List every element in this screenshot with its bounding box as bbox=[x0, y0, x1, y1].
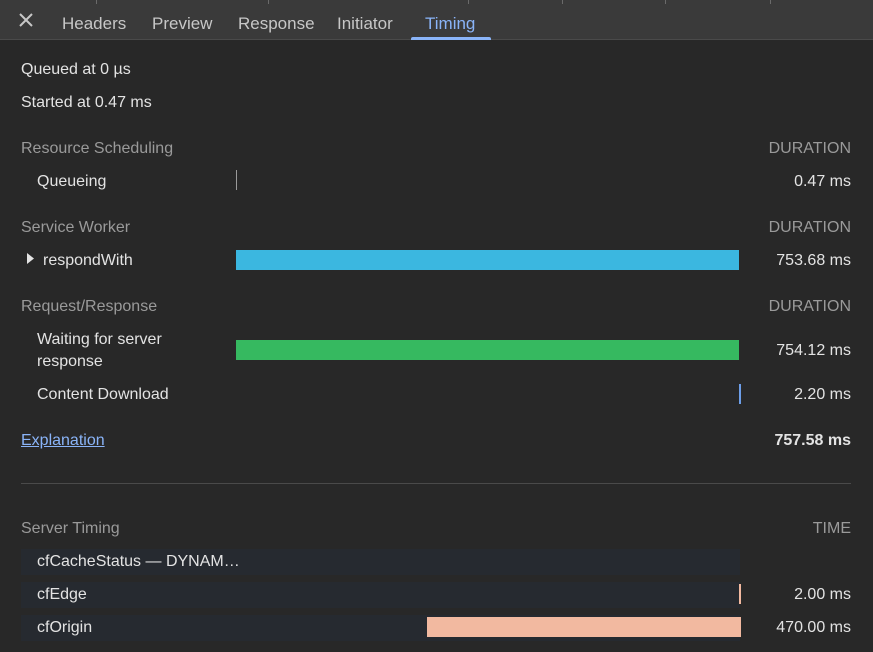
active-tab-indicator bbox=[411, 37, 491, 40]
column-divider bbox=[665, 0, 666, 4]
service-worker-heading: Service Worker bbox=[21, 219, 131, 236]
request-response-heading: Request/Response bbox=[21, 298, 158, 315]
tab-bar: Headers Preview Response Initiator Timin… bbox=[0, 0, 873, 40]
respond-with-duration: 753.68 ms bbox=[776, 252, 851, 269]
started-at-text: Started at 0.47 ms bbox=[21, 94, 152, 111]
respond-with-label[interactable]: respondWith bbox=[43, 251, 133, 271]
tab-headers[interactable]: Headers bbox=[62, 14, 126, 34]
queueing-duration: 0.47 ms bbox=[794, 173, 851, 190]
tab-timing[interactable]: Timing bbox=[425, 14, 475, 34]
resource-scheduling-heading: Resource Scheduling bbox=[21, 140, 174, 157]
tab-response[interactable]: Response bbox=[238, 14, 315, 34]
cf-origin-label: cfOrigin bbox=[37, 619, 93, 636]
waiting-duration: 754.12 ms bbox=[776, 342, 851, 359]
column-divider bbox=[468, 0, 469, 4]
cf-edge-label: cfEdge bbox=[37, 586, 87, 603]
content-download-duration: 2.20 ms bbox=[794, 386, 851, 403]
total-duration: 757.58 ms bbox=[774, 432, 851, 449]
time-column-header: TIME bbox=[812, 520, 851, 537]
content-download-label: Content Download bbox=[37, 386, 169, 403]
tab-preview[interactable]: Preview bbox=[152, 14, 212, 34]
column-divider bbox=[96, 0, 97, 4]
cf-edge-bar bbox=[739, 584, 741, 604]
column-divider bbox=[268, 0, 269, 4]
queueing-label: Queueing bbox=[37, 173, 107, 190]
waiting-label-line1: Waiting for server bbox=[37, 331, 162, 348]
content-download-bar bbox=[739, 384, 741, 404]
server-timing-heading: Server Timing bbox=[21, 520, 120, 537]
server-timing-row-track bbox=[21, 582, 740, 608]
duration-column-header: DURATION bbox=[768, 298, 851, 315]
queueing-bar bbox=[236, 170, 237, 190]
cf-edge-time: 2.00 ms bbox=[794, 586, 851, 603]
cf-origin-time: 470.00 ms bbox=[776, 619, 851, 636]
close-icon[interactable] bbox=[17, 11, 35, 29]
expand-triangle-icon[interactable] bbox=[26, 253, 35, 264]
column-divider bbox=[562, 0, 563, 4]
queued-at-text: Queued at 0 µs bbox=[21, 61, 131, 78]
waiting-label-line2: response bbox=[37, 353, 103, 370]
waiting-bar bbox=[236, 340, 739, 360]
tab-initiator[interactable]: Initiator bbox=[337, 14, 393, 34]
cf-cache-status-label: cfCacheStatus — DYNAM… bbox=[37, 553, 240, 570]
explanation-link[interactable]: Explanation bbox=[21, 431, 105, 451]
column-divider bbox=[770, 0, 771, 4]
section-divider bbox=[21, 483, 851, 484]
respond-with-bar bbox=[236, 250, 739, 270]
duration-column-header: DURATION bbox=[768, 140, 851, 157]
cf-origin-bar bbox=[427, 617, 741, 637]
duration-column-header: DURATION bbox=[768, 219, 851, 236]
